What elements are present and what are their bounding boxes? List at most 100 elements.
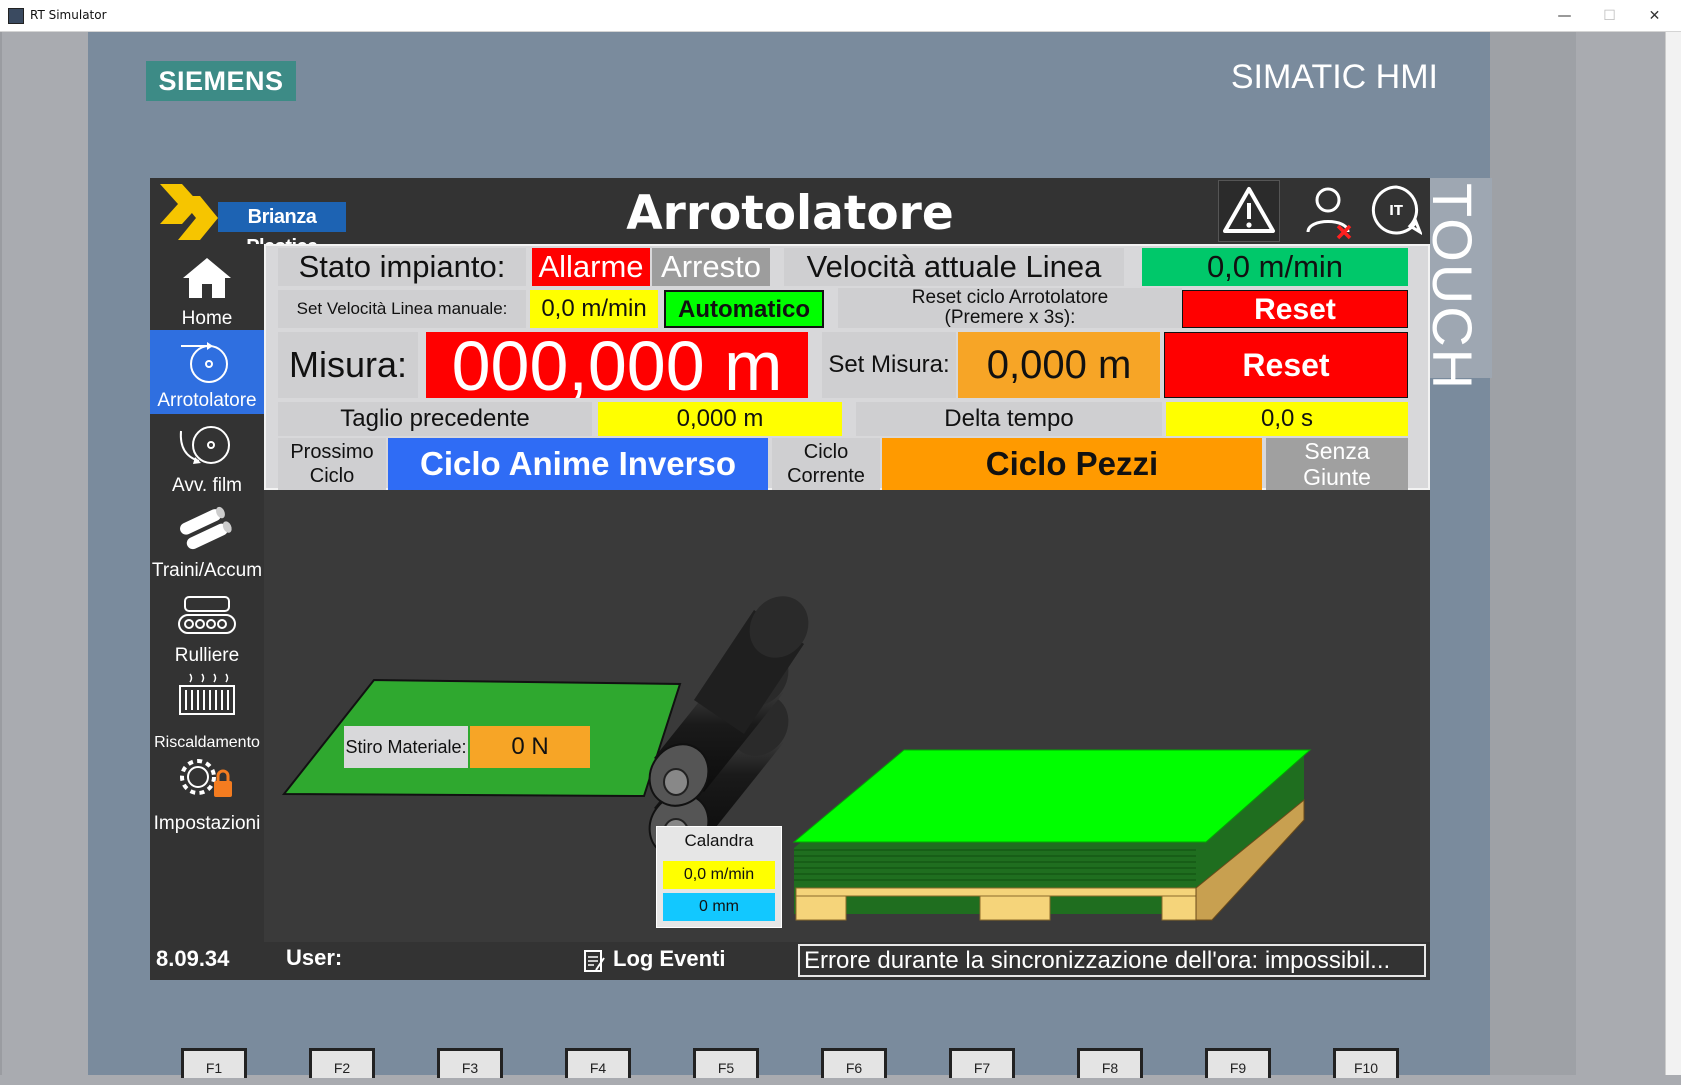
ciclo-corrente-label-line2: Corrente (787, 465, 865, 487)
reset-misura-button[interactable]: Reset (1164, 332, 1408, 398)
app-icon (8, 8, 24, 24)
window-title: RT Simulator (30, 8, 107, 22)
winder-icon (181, 342, 228, 383)
settings-gear-icon (180, 759, 232, 797)
f10-key[interactable]: F10 (1333, 1048, 1399, 1078)
stiro-materiale-label: Stiro Materiale: (344, 726, 468, 768)
calandra-panel: Calandra 0,0 m/min 0 mm (656, 826, 782, 928)
nav-avv-film[interactable]: Avv. film (150, 415, 264, 499)
notepad-icon (584, 950, 605, 972)
rollers-icon (180, 506, 232, 550)
stato-impianto-label: Stato impianto: (278, 248, 526, 286)
language-code: IT (1389, 204, 1403, 219)
calandra-label: Calandra (684, 831, 754, 850)
f2-key[interactable]: F2 (309, 1048, 375, 1078)
close-button[interactable]: ✕ (1632, 0, 1677, 32)
ciclo-corrente-value: Ciclo Pezzi (882, 438, 1262, 490)
velocita-linea-value: 0,0 m/min (1142, 248, 1408, 286)
reset-ciclo-button[interactable]: Reset (1182, 290, 1408, 328)
stiro-materiale-value: 0 N (470, 726, 590, 768)
delta-tempo-label: Delta tempo (856, 402, 1162, 436)
winder-process-graphic (281, 596, 1312, 921)
simatic-hmi-label: SIMATIC HMI (1230, 58, 1438, 96)
f5-key[interactable]: F5 (693, 1048, 759, 1078)
set-velocita-label: Set Velocità Linea manuale: (278, 290, 526, 328)
pallet-stack (792, 749, 1312, 921)
brianza-logo: Brianza Plastica (218, 202, 346, 258)
language-globe-icon: IT (1371, 185, 1424, 236)
page-title: Arrotolatore (626, 186, 954, 241)
f1-key[interactable]: F1 (181, 1048, 247, 1078)
nav-arrotolatore-label: Arrotolatore (157, 390, 257, 411)
mode-automatico-button[interactable]: Automatico (664, 290, 824, 328)
warning-icon (1223, 187, 1275, 233)
brianza-chevron-icon (160, 184, 218, 240)
f3-key[interactable]: F3 (437, 1048, 503, 1078)
current-user-label: User: (286, 945, 343, 970)
f7-key[interactable]: F7 (949, 1048, 1015, 1078)
window-titlebar (0, 0, 1681, 32)
nav-traini-accum-label: Traini/Accum (151, 560, 263, 581)
set-misura-input[interactable]: 0,000 m (958, 332, 1160, 398)
nav-rulliere-label: Rulliere (174, 645, 240, 666)
home-icon (183, 258, 231, 298)
prossimo-ciclo-label-line1: Prossimo (290, 441, 374, 463)
f4-key[interactable]: F4 (565, 1048, 631, 1078)
heater-icon (179, 673, 235, 715)
status-message-bar[interactable]: Errore durante la sincronizzazione dell'… (798, 944, 1426, 977)
allarme-indicator: Allarme (532, 248, 650, 286)
process-area: Stiro Materiale: 0 N Calandra 0,0 m/min … (264, 490, 1430, 940)
taglio-precedente-value: 0,000 m (598, 402, 842, 436)
window-left-border (0, 32, 2, 1075)
prossimo-ciclo-button[interactable]: Ciclo Anime Inverso (388, 438, 768, 490)
siemens-logo: SIEMENS (146, 61, 296, 101)
nav-riscaldamento[interactable]: Riscaldamento (150, 670, 264, 754)
nav-riscaldamento-label: Riscaldamento (154, 734, 260, 751)
version-label: 8.09.34 (156, 946, 230, 971)
f9-key[interactable]: F9 (1205, 1048, 1271, 1078)
language-button[interactable]: IT (1370, 184, 1424, 238)
lock-icon (214, 781, 232, 797)
ciclo-corrente-label-line1: Ciclo (803, 441, 849, 463)
prossimo-ciclo-label-line2: Ciclo (309, 465, 355, 487)
senza-giunte-button[interactable]: Senza Giunte (1266, 438, 1408, 490)
set-velocita-input[interactable]: 0,0 m/min (530, 290, 658, 328)
nav-avv-film-label: Avv. film (171, 475, 243, 496)
nav-rulliere[interactable]: Rulliere (150, 585, 264, 669)
set-misura-label: Set Misura: (822, 332, 956, 398)
maximize-button[interactable]: ☐ (1587, 0, 1632, 32)
reset-ciclo-label: Reset ciclo Arrotolatore (Premere x 3s): (838, 288, 1182, 328)
window-scrollbar[interactable] (1665, 32, 1681, 1075)
nav-impostazioni[interactable]: Impostazioni (150, 753, 264, 837)
film-unwind-icon (179, 426, 230, 464)
prossimo-ciclo-label: Prossimo Ciclo (278, 438, 386, 490)
senza-giunte-line1: Senza (1304, 438, 1370, 464)
minimize-button[interactable]: — (1542, 0, 1587, 32)
nav-impostazioni-label: Impostazioni (153, 813, 261, 834)
misura-value: 000,000 m (426, 332, 808, 398)
arresto-indicator: Arresto (652, 248, 770, 286)
nav-traini-accum[interactable]: Traini/Accum (150, 500, 264, 584)
f6-key[interactable]: F6 (821, 1048, 887, 1078)
user-icon (1306, 187, 1352, 240)
taglio-precedente-label: Taglio precedente (278, 402, 592, 436)
status-grid: Stato impianto: Allarme Arresto Velocità… (264, 244, 1430, 490)
calandra-speed-value: 0,0 m/min (663, 861, 775, 889)
log-eventi-label: Log Eventi (613, 946, 726, 971)
f8-key[interactable]: F8 (1077, 1048, 1143, 1078)
log-eventi-button[interactable]: Log Eventi (578, 944, 738, 976)
ciclo-corrente-label: Ciclo Corrente (772, 438, 880, 490)
touch-label: TOUCH (1421, 178, 1492, 391)
nav-home[interactable]: Home (150, 248, 264, 332)
velocita-linea-label: Velocità attuale Linea (784, 248, 1124, 286)
conveyor-icon (178, 596, 236, 634)
user-login-button[interactable] (1300, 182, 1360, 242)
hmi-panel-edge (1490, 32, 1576, 1075)
misura-label: Misura: (278, 332, 418, 398)
nav-home-label: Home (181, 308, 233, 329)
nav-arrotolatore[interactable]: Arrotolatore (150, 330, 264, 414)
alarm-button[interactable] (1218, 180, 1280, 242)
delta-tempo-value: 0,0 s (1166, 402, 1408, 436)
senza-giunte-line2: Giunte (1303, 464, 1371, 490)
calandra-gap-value: 0 mm (663, 893, 775, 921)
